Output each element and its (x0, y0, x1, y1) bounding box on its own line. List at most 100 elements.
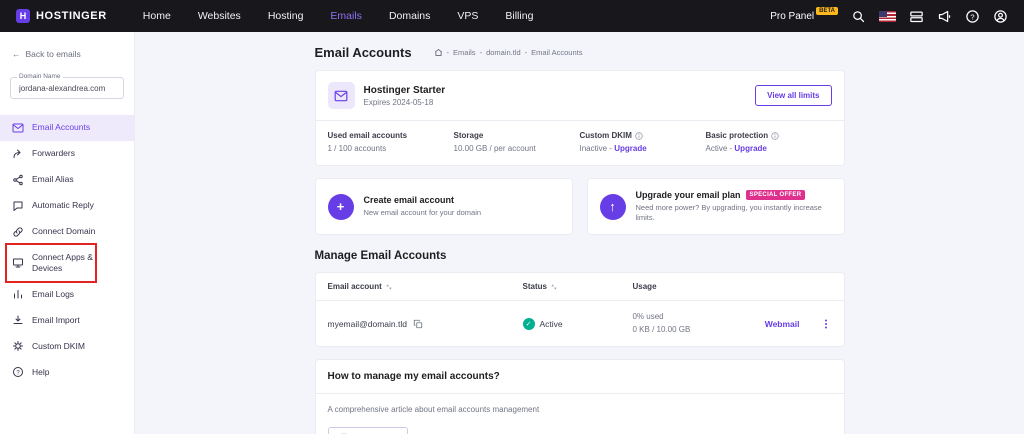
stat-value: Active - (706, 144, 733, 153)
stat-value: Inactive - (580, 144, 612, 153)
webmail-link[interactable]: Webmail (765, 319, 800, 329)
up-arrow-icon: ↑ (600, 194, 626, 220)
upgrade-protection-link[interactable]: Upgrade (734, 144, 766, 153)
learn-more-button[interactable]: Learn more (328, 427, 409, 434)
nav-home[interactable]: Home (143, 10, 171, 22)
plus-icon: + (328, 194, 354, 220)
bar-chart-icon (12, 288, 24, 300)
stat-basic-protection: Basic protection Active - Upgrade (706, 131, 832, 153)
sidebar-item-email-alias[interactable]: Email Alias (0, 167, 134, 193)
topbar: H HOSTINGER Home Websites Hosting Emails… (0, 0, 1024, 32)
sidebar-item-email-accounts[interactable]: Email Accounts (0, 115, 134, 141)
usage-header: Usage (633, 282, 832, 291)
stat-label: Used email accounts (328, 131, 408, 140)
usage-percent: 0% used (633, 311, 691, 323)
breadcrumb-emails[interactable]: Emails (453, 48, 476, 57)
forward-arrow-icon (12, 148, 24, 160)
back-link-label: Back to emails (26, 49, 81, 59)
announcements-icon[interactable] (937, 9, 952, 24)
nav-emails[interactable]: Emails (330, 10, 362, 22)
breadcrumb-domain[interactable]: domain.tld (486, 48, 521, 57)
sidebar-item-automatic-reply[interactable]: Automatic Reply (0, 193, 134, 219)
breadcrumb-separator: - (525, 48, 528, 57)
table-row: myemail@domain.tld ✓ Active 0% used 0 KB… (316, 301, 844, 346)
sidebar-item-label: Help (32, 367, 49, 378)
top-nav: Home Websites Hosting Emails Domains VPS… (143, 10, 534, 22)
back-arrow-icon: ← (12, 49, 21, 59)
hostinger-logo[interactable]: H HOSTINGER (16, 9, 107, 23)
sidebar-item-custom-dkim[interactable]: Custom DKIM (0, 333, 134, 359)
sidebar-item-connect-domain[interactable]: Connect Domain (0, 219, 134, 245)
action-card-subtitle: New email account for your domain (364, 208, 482, 218)
account-icon[interactable] (993, 9, 1008, 24)
sidebar-item-label: Email Alias (32, 174, 74, 185)
help-icon[interactable]: ? (965, 9, 980, 24)
breadcrumb: - Emails - domain.tld - Email Accounts (434, 48, 583, 57)
sidebar-item-help[interactable]: ? Help (0, 359, 134, 385)
column-header-label: Email account (328, 282, 382, 291)
sort-icon (385, 283, 393, 291)
plan-expiry: Expires 2024-05-18 (364, 98, 446, 107)
stat-label: Custom DKIM (580, 131, 632, 140)
action-card-subtitle: Need more power? By upgrading, you insta… (636, 203, 832, 223)
breadcrumb-separator: - (447, 48, 450, 57)
info-icon[interactable] (635, 132, 643, 140)
nav-vps[interactable]: VPS (457, 10, 478, 22)
help-card: How to manage my email accounts? A compr… (315, 359, 845, 434)
sort-icon (550, 283, 558, 291)
kebab-menu-icon[interactable] (820, 318, 832, 330)
sort-status-header[interactable]: Status (523, 282, 633, 291)
pro-panel-label: Pro Panel (770, 11, 814, 22)
stat-value: 10.00 GB / per account (454, 144, 574, 153)
action-card-title: Create email account (364, 195, 455, 205)
upgrade-email-plan-card[interactable]: ↑ Upgrade your email plan SPECIAL OFFER … (587, 178, 845, 235)
home-icon[interactable] (434, 48, 443, 57)
email-address: myemail@domain.tld (328, 319, 408, 329)
us-flag-icon[interactable] (879, 11, 896, 22)
pro-panel-link[interactable]: Pro Panel BETA (770, 11, 838, 22)
copy-icon[interactable] (413, 319, 423, 329)
column-header-label: Usage (633, 282, 657, 291)
nav-billing[interactable]: Billing (505, 10, 533, 22)
question-circle-icon: ? (12, 366, 24, 378)
chat-bubble-icon (12, 200, 24, 212)
stat-value: 1 / 100 accounts (328, 144, 448, 153)
sidebar-item-label: Email Logs (32, 289, 74, 300)
view-all-limits-button[interactable]: View all limits (755, 85, 831, 106)
stat-storage: Storage 10.00 GB / per account (454, 131, 580, 153)
plan-card: Hostinger Starter Expires 2024-05-18 Vie… (315, 70, 845, 166)
payments-icon[interactable] (909, 9, 924, 24)
status-badge: Active (540, 319, 563, 329)
sidebar-item-connect-apps-devices[interactable]: Connect Apps & Devices (0, 245, 134, 281)
sidebar-item-email-logs[interactable]: Email Logs (0, 281, 134, 307)
hostinger-logo-icon: H (16, 9, 30, 23)
usage-detail: 0 KB / 10.00 GB (633, 324, 691, 336)
sidebar-item-email-import[interactable]: Email Import (0, 307, 134, 333)
domain-select-label: Domain Name (17, 73, 63, 80)
sidebar-item-forwarders[interactable]: Forwarders (0, 141, 134, 167)
sidebar-item-label: Automatic Reply (32, 200, 94, 211)
link-icon (12, 226, 24, 238)
usage-cell: 0% used 0 KB / 10.00 GB (633, 311, 691, 336)
nav-websites[interactable]: Websites (198, 10, 241, 22)
breadcrumb-separator: - (480, 48, 483, 57)
create-email-account-card[interactable]: + Create email account New email account… (315, 178, 573, 235)
envelope-icon (12, 122, 24, 134)
nav-hosting[interactable]: Hosting (268, 10, 304, 22)
sidebar: ← Back to emails Domain Name jordana-ale… (0, 32, 135, 434)
info-icon[interactable] (771, 132, 779, 140)
sort-email-account-header[interactable]: Email account (328, 282, 523, 291)
action-card-title: Upgrade your email plan (636, 190, 741, 200)
nav-domains[interactable]: Domains (389, 10, 430, 22)
help-card-title: How to manage my email accounts? (316, 360, 844, 393)
beta-badge: BETA (816, 7, 838, 15)
page-title: Email Accounts (315, 45, 412, 60)
back-to-emails-link[interactable]: ← Back to emails (0, 32, 134, 71)
plan-name: Hostinger Starter (364, 85, 446, 96)
status-check-icon: ✓ (523, 318, 535, 330)
brand-name: HOSTINGER (36, 10, 107, 22)
domain-select-value: jordana-alexandrea.com (19, 84, 115, 93)
upgrade-dkim-link[interactable]: Upgrade (614, 144, 646, 153)
search-icon[interactable] (851, 9, 866, 24)
domain-name-select[interactable]: Domain Name jordana-alexandrea.com (10, 77, 124, 99)
